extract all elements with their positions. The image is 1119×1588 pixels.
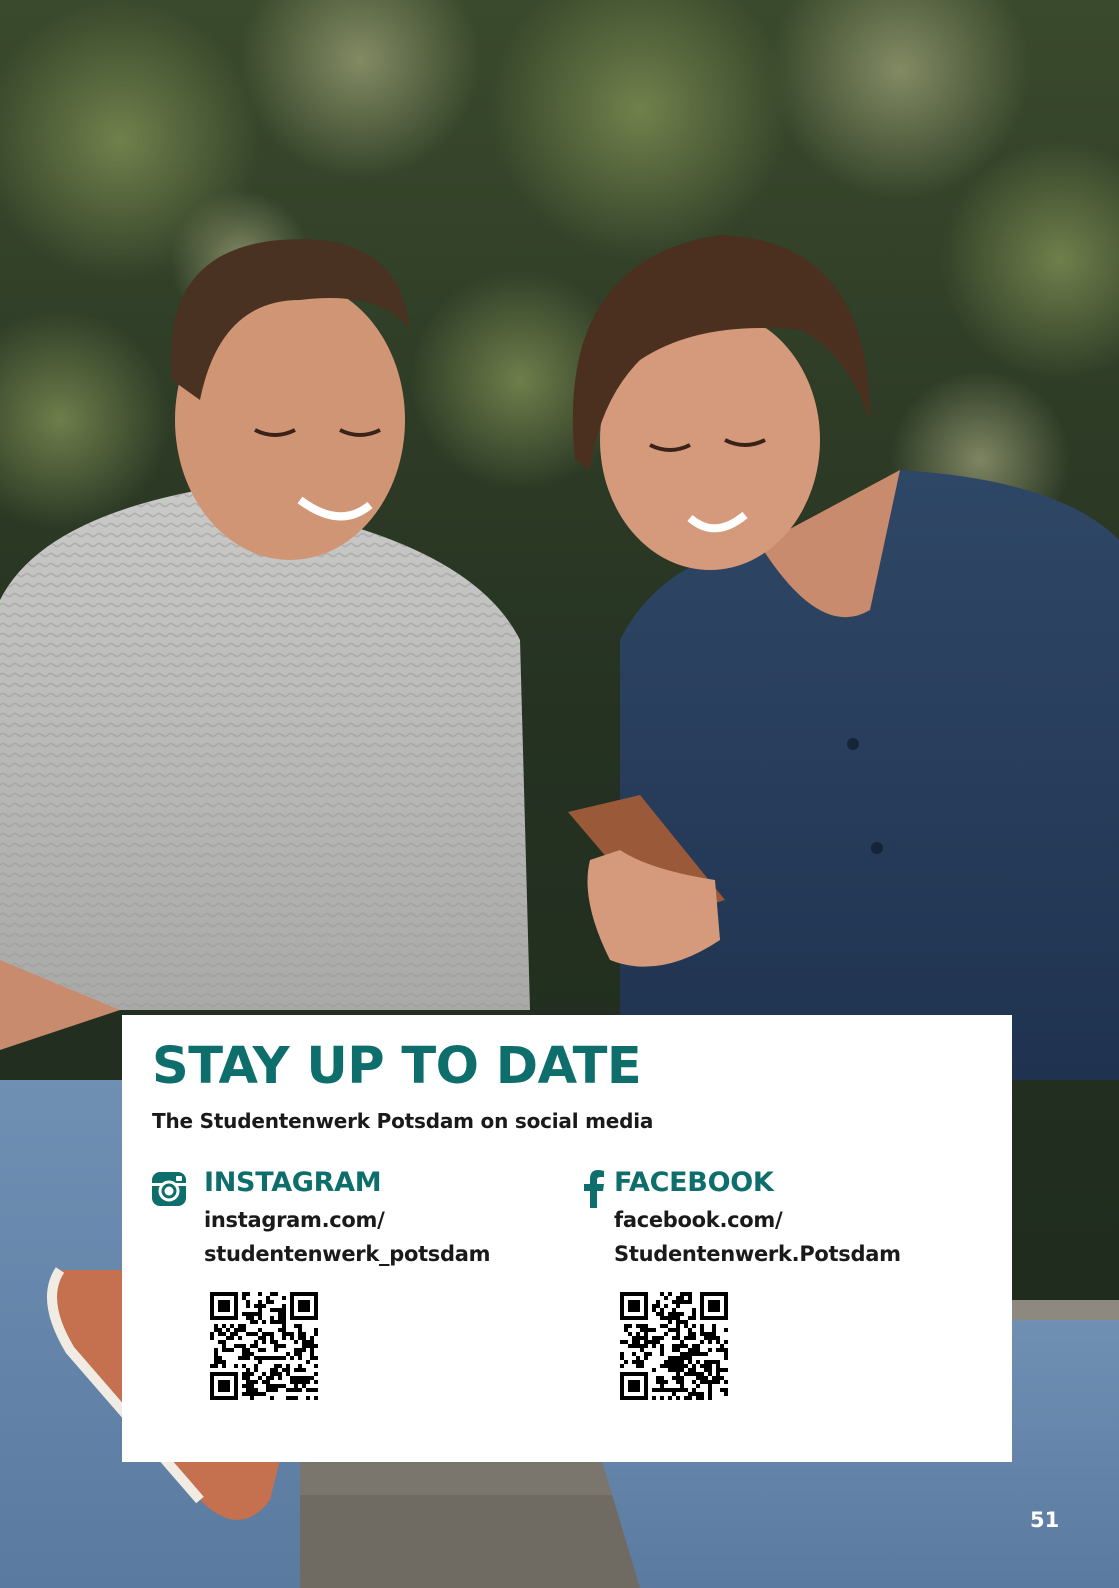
instagram-icon bbox=[152, 1172, 186, 1206]
social-media-card: STAY UP TO DATE The Studentenwerk Potsda… bbox=[122, 1015, 1012, 1462]
instagram-qr-code[interactable] bbox=[210, 1292, 318, 1400]
facebook-qr-code[interactable] bbox=[620, 1292, 728, 1400]
card-title: STAY UP TO DATE bbox=[152, 1037, 642, 1096]
facebook-icon bbox=[584, 1170, 604, 1208]
facebook-label: FACEBOOK bbox=[614, 1167, 774, 1198]
instagram-label: INSTAGRAM bbox=[204, 1167, 382, 1198]
facebook-url-line-1[interactable]: facebook.com/ bbox=[614, 1208, 783, 1232]
card-subtitle: The Studentenwerk Potsdam on social medi… bbox=[152, 1109, 654, 1133]
facebook-url-line-2[interactable]: Studentenwerk.Potsdam bbox=[614, 1242, 901, 1266]
instagram-url-line-2[interactable]: studentenwerk_potsdam bbox=[204, 1242, 491, 1266]
instagram-url-line-1[interactable]: instagram.com/ bbox=[204, 1208, 385, 1232]
page-number: 51 bbox=[1030, 1508, 1060, 1532]
